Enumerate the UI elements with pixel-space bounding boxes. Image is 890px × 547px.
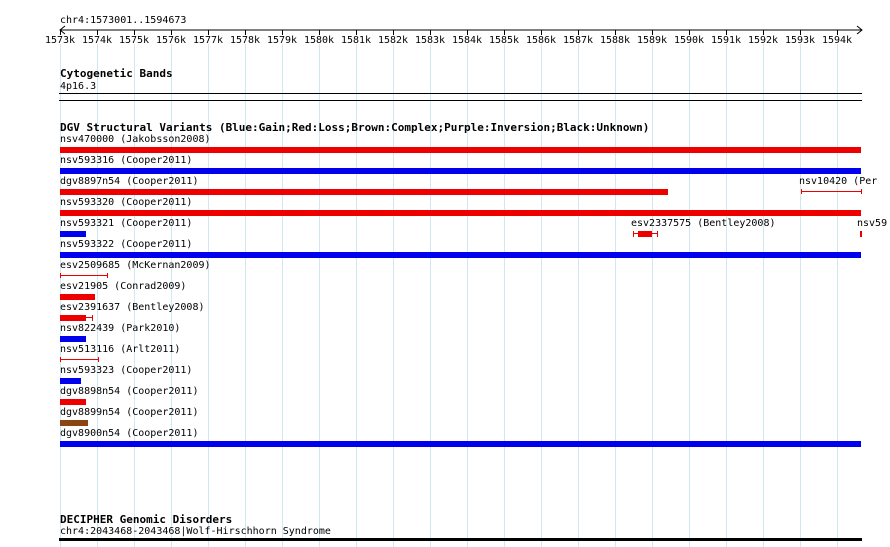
dgv-feature-bar-nsv10420[interactable]	[801, 191, 861, 192]
dgv-feature-bar-nsv593316[interactable]	[60, 168, 861, 174]
ruler-tick-label: 1580k	[303, 35, 335, 46]
ruler-tick-label: 1583k	[414, 35, 446, 46]
ruler-tick-label: 1592k	[747, 35, 779, 46]
grid-line	[208, 44, 209, 547]
grid-line	[837, 44, 838, 547]
decipher-feature-label[interactable]: chr4:2043468-2043468|Wolf-Hirschhorn Syn…	[60, 526, 331, 538]
dgv-track-title: DGV Structural Variants (Blue:Gain;Red:L…	[60, 121, 650, 134]
grid-line	[171, 44, 172, 547]
dgv-feature-bar-nsv593323[interactable]	[60, 378, 81, 384]
dgv-feature-bar-esv2337575[interactable]	[638, 231, 652, 237]
ruler-tick-label: 1585k	[488, 35, 520, 46]
dgv-feature-bar-esv2391637[interactable]	[60, 315, 86, 321]
ruler-tick-label: 1577k	[192, 35, 224, 46]
grid-line	[541, 44, 542, 547]
dgv-feature-bar-esv2509685[interactable]	[60, 275, 107, 276]
ruler-tick-label: 1589k	[636, 35, 668, 46]
genome-browser-panel: chr4:1573001..1594673 1573k 1574k 1575k 157…	[0, 0, 890, 547]
dgv-feature-label-nsv593316[interactable]: nsv593316 (Cooper2011)	[60, 155, 192, 167]
dgv-feature-bar-esv2337575-cap-right[interactable]	[657, 231, 658, 237]
cytoband-line-top	[59, 93, 862, 94]
dgv-feature-label-nsv470000[interactable]: nsv470000 (Jakobsson2008)	[60, 134, 211, 146]
dgv-feature-label-esv2509685[interactable]: esv2509685 (McKernan2009)	[60, 260, 211, 272]
grid-line	[726, 44, 727, 547]
ruler-tick-label: 1574k	[81, 35, 113, 46]
dgv-feature-label-nsv593323[interactable]: nsv593323 (Cooper2011)	[60, 365, 192, 377]
dgv-feature-bar-nsv470000[interactable]	[60, 147, 861, 153]
dgv-feature-label-esv2391637[interactable]: esv2391637 (Bentley2008)	[60, 302, 205, 314]
decipher-feature-bar[interactable]	[59, 538, 862, 541]
ruler-tick-label: 1590k	[673, 35, 705, 46]
grid-line	[319, 44, 320, 547]
dgv-feature-label-nsv593322[interactable]: nsv593322 (Cooper2011)	[60, 239, 192, 251]
ruler-tick-label: 1591k	[710, 35, 742, 46]
grid-line	[467, 44, 468, 547]
dgv-feature-label-nsv10420[interactable]: nsv10420 (Per	[799, 176, 877, 188]
dgv-feature-bar-esv21905[interactable]	[60, 294, 95, 300]
decipher-track-title: DECIPHER Genomic Disorders	[60, 513, 233, 526]
cytoband-label: 4p16.3	[60, 81, 97, 92]
grid-line	[356, 44, 357, 547]
grid-line	[393, 44, 394, 547]
dgv-feature-bar-nsv10420-cap-right[interactable]	[861, 189, 862, 194]
dgv-feature-label-dgv8898n54[interactable]: dgv8898n54 (Cooper2011)	[60, 386, 198, 398]
grid-line	[134, 44, 135, 547]
dgv-feature-bar-dgv8898n54[interactable]	[60, 399, 86, 405]
dgv-feature-label-esv21905[interactable]: esv21905 (Conrad2009)	[60, 281, 186, 293]
dgv-feature-bar-nsv513116-cap-right[interactable]	[98, 357, 99, 362]
ruler-tick-label: 1578k	[229, 35, 261, 46]
grid-line	[282, 44, 283, 547]
dgv-feature-bar-esv2509685-cap-right[interactable]	[107, 273, 108, 278]
ruler-tick-label: 1573k	[44, 35, 76, 46]
ruler-tick-label: 1575k	[118, 35, 150, 46]
dgv-feature-label-nsv513116[interactable]: nsv513116 (Arlt2011)	[60, 344, 180, 356]
grid-line	[245, 44, 246, 547]
dgv-feature-bar-nsv513116[interactable]	[60, 359, 98, 360]
dgv-feature-bar-dgv8897n54[interactable]	[60, 189, 668, 195]
grid-line	[763, 44, 764, 547]
dgv-feature-bar-dgv8900n54[interactable]	[60, 441, 861, 447]
ruler-tick-label: 1586k	[525, 35, 557, 46]
grid-line	[97, 44, 98, 547]
ruler-tick-label: 1594k	[821, 35, 853, 46]
dgv-feature-bar-esv2509685-cap-left[interactable]	[60, 273, 61, 278]
ruler-tick-label: 1581k	[340, 35, 372, 46]
dgv-feature-bar-nsv59[interactable]	[860, 231, 862, 237]
dgv-feature-label-nsv593321[interactable]: nsv593321 (Cooper2011)	[60, 218, 192, 230]
dgv-feature-label-nsv593320[interactable]: nsv593320 (Cooper2011)	[60, 197, 192, 209]
dgv-feature-bar-nsv10420-cap-left[interactable]	[801, 189, 802, 194]
ruler-tick-label: 1576k	[155, 35, 187, 46]
grid-line	[800, 44, 801, 547]
dgv-feature-label-nsv59[interactable]: nsv59	[857, 218, 887, 230]
cytoband-line-bottom	[59, 100, 862, 101]
ruler-tick-label: 1582k	[377, 35, 409, 46]
grid-line	[578, 44, 579, 547]
ruler-tick-label: 1593k	[784, 35, 816, 46]
grid-line	[615, 44, 616, 547]
grid-line	[652, 44, 653, 547]
dgv-feature-label-nsv822439[interactable]: nsv822439 (Park2010)	[60, 323, 180, 335]
dgv-feature-bar-nsv593320[interactable]	[60, 210, 861, 216]
dgv-feature-bar-nsv593322[interactable]	[60, 252, 861, 258]
grid-line	[504, 44, 505, 547]
grid-line	[689, 44, 690, 547]
dgv-feature-bar-nsv822439[interactable]	[60, 336, 86, 342]
dgv-feature-bar-nsv513116-cap-left[interactable]	[60, 357, 61, 362]
dgv-feature-label-dgv8899n54[interactable]: dgv8899n54 (Cooper2011)	[60, 407, 198, 419]
ruler-tick-label: 1587k	[562, 35, 594, 46]
dgv-feature-bar-dgv8899n54[interactable]	[60, 420, 88, 426]
dgv-feature-bar-esv2337575-cap-left[interactable]	[633, 231, 634, 237]
dgv-feature-bar-nsv593321[interactable]	[60, 231, 86, 237]
cytoband-track-title: Cytogenetic Bands	[60, 67, 173, 80]
dgv-feature-label-esv2337575[interactable]: esv2337575 (Bentley2008)	[631, 218, 776, 230]
dgv-feature-bar-esv2391637-cap-right[interactable]	[92, 315, 93, 321]
ruler-tick-label: 1579k	[266, 35, 298, 46]
dgv-feature-label-dgv8900n54[interactable]: dgv8900n54 (Cooper2011)	[60, 428, 198, 440]
ruler-tick-label: 1588k	[599, 35, 631, 46]
dgv-feature-label-dgv8897n54[interactable]: dgv8897n54 (Cooper2011)	[60, 176, 198, 188]
ruler-tick-label: 1584k	[451, 35, 483, 46]
grid-line	[430, 44, 431, 547]
